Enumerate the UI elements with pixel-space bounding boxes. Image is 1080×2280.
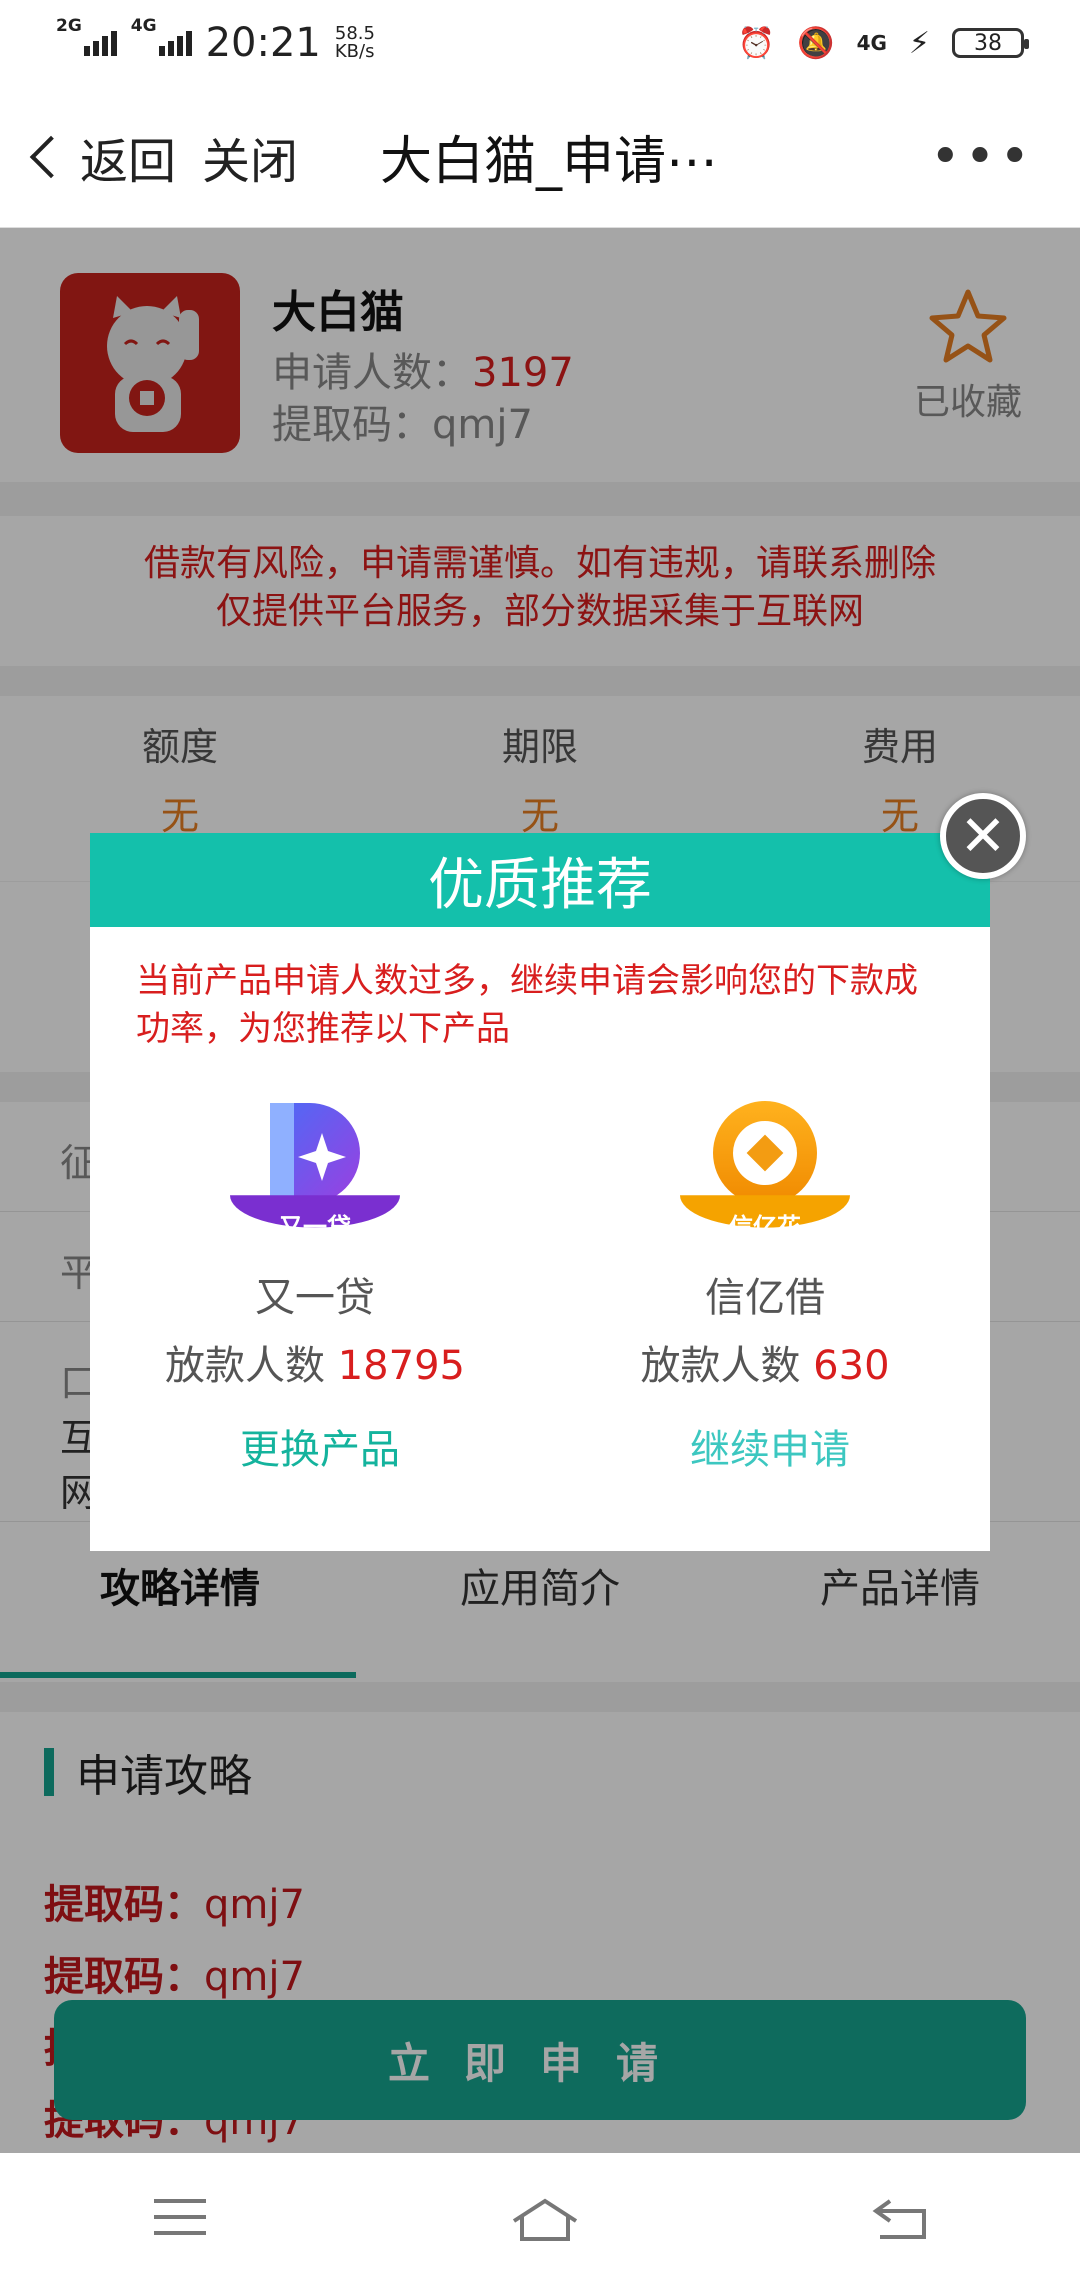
count-label: 放款人数 [640,1343,801,1389]
battery-level: 38 [974,30,1002,56]
back-button[interactable]: 返回 [24,122,176,192]
count-value: 630 [813,1343,890,1389]
modal-title: 优质推荐 [90,833,990,927]
clock: 20:21 [205,20,321,66]
modal-close-button[interactable]: ✕ [940,793,1026,879]
signal-1: 2G [56,16,117,56]
recommendation-name: 又一贷 [255,1275,375,1321]
network-type: 4G [856,31,887,55]
more-options-button[interactable]: ••• [930,127,1034,187]
change-product-button[interactable]: 更换产品 [90,1417,540,1475]
recommendation-item[interactable]: 又一贷 又一贷 放款人数 18795 [90,1097,540,1391]
battery-icon: 38 [952,28,1029,58]
xinyihua-logo-icon: 信亿花 [680,1097,850,1257]
close-button[interactable]: 关闭 [202,122,298,192]
svg-text:又一贷: 又一贷 [279,1213,351,1241]
signal-bars-icon [158,30,192,56]
modal-actions: 更换产品 继续申请 [90,1417,990,1475]
signal-2-label: 4G [130,15,157,36]
modal-message: 当前产品申请人数过多，继续申请会影响您的下款成功率，为您推荐以下产品 [136,961,918,1049]
recommendation-item[interactable]: 信亿花 信亿借 放款人数 630 [540,1097,990,1391]
recommendation-count: 放款人数 18795 [90,1333,540,1391]
close-icon: ✕ [959,803,1007,869]
count-label: 放款人数 [165,1343,326,1389]
alarm-icon: ⏰ [737,25,776,61]
signal-1-label: 2G [56,15,82,36]
signal-bars-icon [83,30,117,56]
recommendation-name: 信亿借 [705,1275,825,1321]
recommendation-list: 又一贷 又一贷 放款人数 18795 信亿花 信亿借 放款人数 630 [90,1097,990,1391]
charging-icon: ⚡ [908,25,930,61]
chevron-left-icon [29,135,73,178]
net-speed-unit: KB/s [334,41,375,62]
recommendation-modal: 优质推荐 当前产品申请人数过多，继续申请会影响您的下款成功率，为您推荐以下产品 … [90,833,990,1551]
net-speed: 58.5 KB/s [335,25,375,61]
count-value: 18795 [337,1343,465,1389]
signal-2: 4G [131,16,192,56]
back-label: 返回 [80,133,177,190]
home-icon[interactable] [510,2197,578,2241]
page-title: 大白猫_申请⋯ [380,132,719,192]
continue-apply-button[interactable]: 继续申请 [540,1417,990,1475]
nav-bar: 返回 关闭 大白猫_申请⋯ ••• [0,86,1080,228]
youyidai-logo-icon: 又一贷 [230,1097,400,1257]
recommendation-count: 放款人数 630 [540,1333,990,1391]
status-bar: 2G 4G 20:21 58.5 KB/s ⏰ 🔕 4G ⚡ 38 [0,0,1080,86]
back-nav-icon[interactable] [870,2197,930,2239]
menu-icon[interactable] [150,2197,210,2237]
svg-text:信亿花: 信亿花 [729,1213,801,1241]
system-nav-bar [0,2153,1080,2280]
mute-icon: 🔕 [797,25,835,61]
